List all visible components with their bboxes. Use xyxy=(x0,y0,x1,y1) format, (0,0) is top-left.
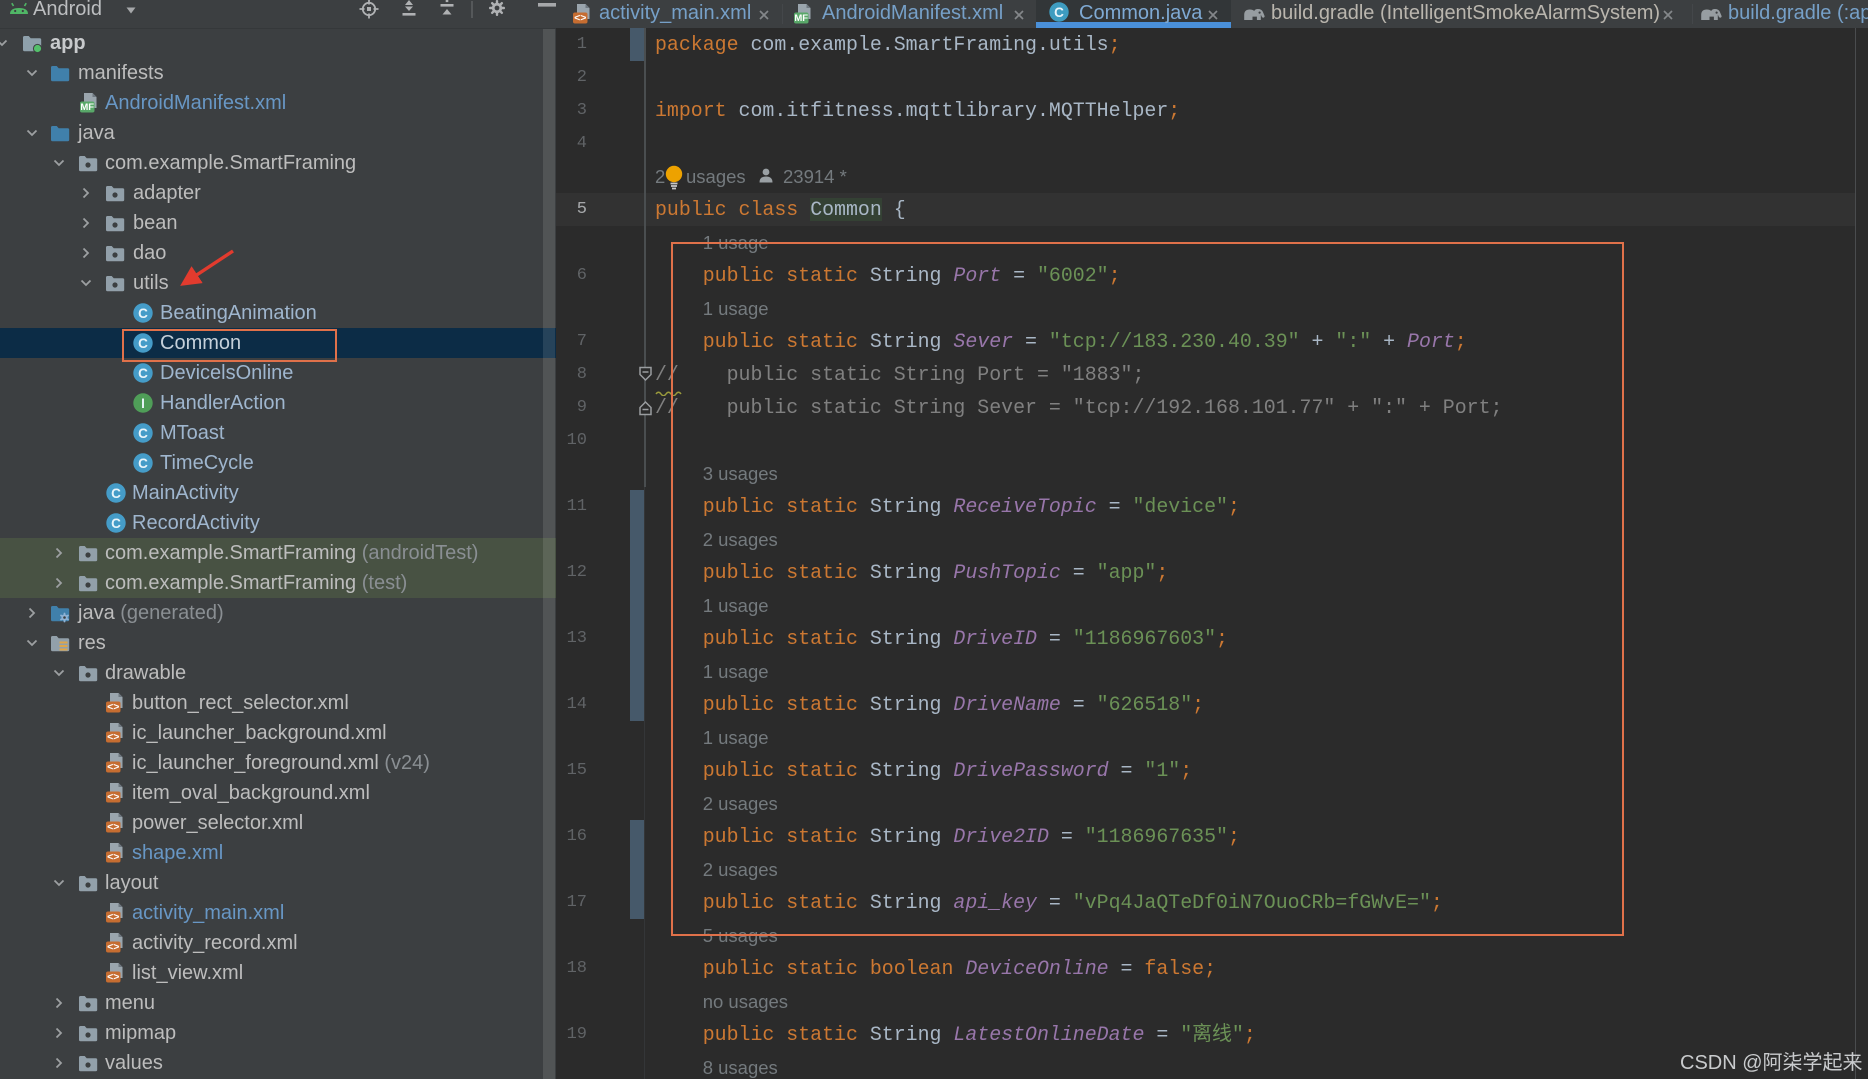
svg-text:C: C xyxy=(1054,5,1064,20)
svg-text:MF: MF xyxy=(794,13,808,24)
svg-text:C: C xyxy=(111,486,121,501)
svg-text:<>: <> xyxy=(107,731,119,743)
svg-text:<>: <> xyxy=(107,701,119,713)
svg-text:MF: MF xyxy=(80,102,94,113)
svg-text:<>: <> xyxy=(107,971,119,983)
svg-text:C: C xyxy=(138,366,148,381)
svg-text:<>: <> xyxy=(574,12,586,24)
svg-text:<>: <> xyxy=(107,941,119,953)
svg-text:<>: <> xyxy=(107,911,119,923)
svg-text:C: C xyxy=(138,306,148,321)
svg-text:<>: <> xyxy=(107,821,119,833)
svg-text:<>: <> xyxy=(107,791,119,803)
svg-text:C: C xyxy=(138,456,148,471)
svg-text:<>: <> xyxy=(107,761,119,773)
svg-text:C: C xyxy=(138,426,148,441)
svg-text:<>: <> xyxy=(107,851,119,863)
svg-text:C: C xyxy=(111,516,121,531)
svg-text:I: I xyxy=(141,396,145,411)
